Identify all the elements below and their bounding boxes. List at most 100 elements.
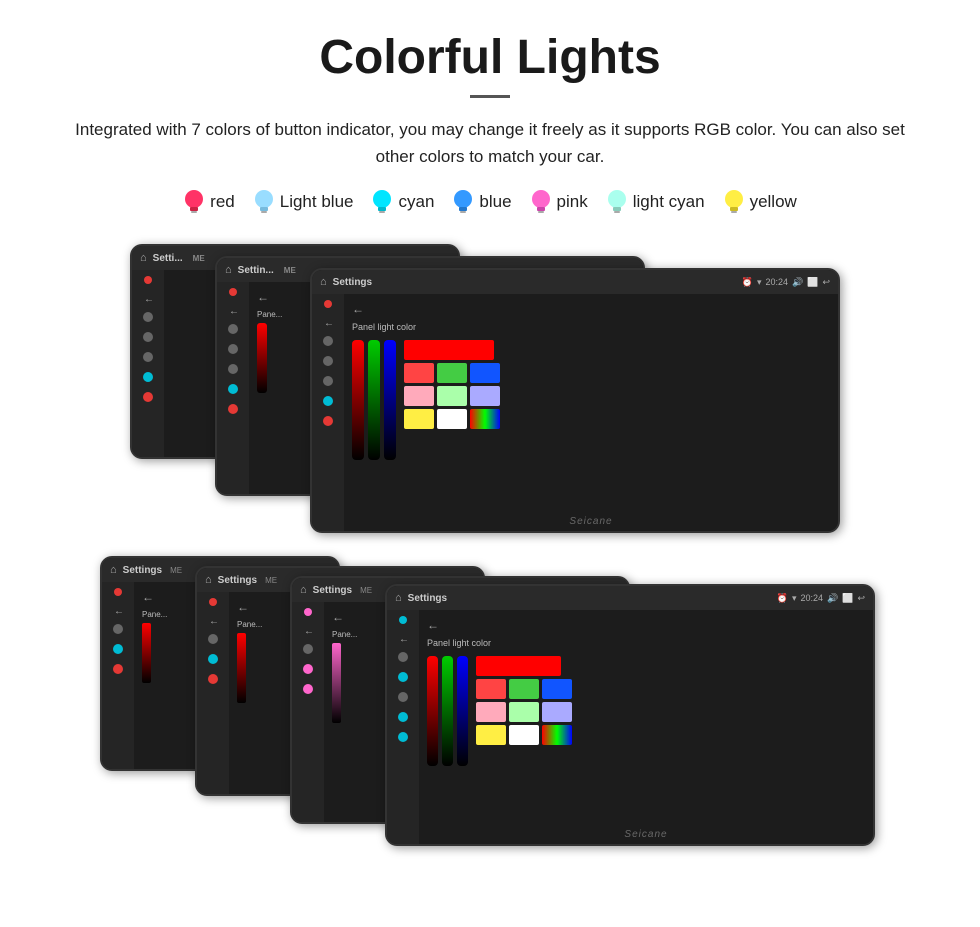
sib1-1 — [113, 624, 123, 634]
screen-group-bottom: ⌂ Settings ME ← ← Pane... — [100, 556, 880, 846]
color-label-pink: pink — [557, 192, 588, 212]
color-item-cyan: cyan — [371, 188, 434, 216]
cgbf-b2 — [542, 702, 572, 722]
sidebar-icon-main-2 — [323, 356, 333, 366]
color-label-cyan: cyan — [398, 192, 434, 212]
cg-g2 — [437, 386, 467, 406]
color-label-lightcyan: light cyan — [633, 192, 705, 212]
cg-b1 — [470, 363, 500, 383]
color-grid-bf — [476, 656, 572, 745]
cgbf-w1 — [509, 725, 539, 745]
cg-y1 — [404, 409, 434, 429]
color-grid-row-2 — [404, 363, 500, 383]
wifi-icon-bf: ▾ — [792, 593, 797, 604]
sidebar-icon-mid-2 — [228, 344, 238, 354]
time-label: 20:24 — [765, 277, 788, 287]
settings-label-bb2: Settings — [218, 575, 257, 586]
cgbf-g1 — [509, 679, 539, 699]
sidebar-arrow-bb3: ← — [304, 626, 312, 634]
sidebar-icon-mid-3 — [228, 364, 238, 374]
sib1-2 — [113, 644, 123, 654]
sidebar-arrow: ← — [144, 294, 152, 302]
alarm-icon: ⏰ — [742, 277, 753, 288]
cg-rainbow — [470, 409, 500, 429]
sibf-4 — [398, 712, 408, 722]
sidebar-icon-mid-1 — [228, 324, 238, 334]
panel-section-main: Panel light color — [352, 322, 830, 523]
home-icon-bb1: ⌂ — [110, 564, 117, 576]
cgbf-r2 — [476, 702, 506, 722]
topbar-icons-main: ⏰ ▾ 20:24 🔊 ⬜ ↩ — [742, 277, 830, 288]
color-sliders-main — [352, 340, 396, 460]
lightblue-bulb-icon — [253, 188, 275, 216]
red-slider-bf — [427, 656, 438, 766]
green-slider-bf — [442, 656, 453, 766]
sib2-1 — [208, 634, 218, 644]
settings-label-mid: Settin... — [238, 265, 274, 276]
cg-r1 — [404, 363, 434, 383]
sidebar-icon-main-3 — [323, 376, 333, 386]
screen-icon: ⬜ — [807, 277, 818, 288]
nav-arrow-main: ← — [352, 302, 830, 316]
sibf-2 — [398, 672, 408, 682]
sidebar-arrow-main: ← — [324, 318, 332, 326]
cg-r2 — [404, 386, 434, 406]
panel-section-bf: Panel light color — [427, 638, 865, 836]
alarm-icon-bf: ⏰ — [777, 593, 788, 604]
yellow-bulb-icon — [723, 188, 745, 216]
sidebar-dot-bb3 — [304, 608, 312, 616]
sidebar-icon-mid-4 — [228, 384, 238, 394]
color-grid-main — [404, 340, 500, 429]
lightcyan-bulb-icon — [606, 188, 628, 216]
panel-body-main — [352, 340, 830, 460]
color-label-blue: blue — [479, 192, 511, 212]
color-grid-row-1 — [404, 340, 500, 360]
cg-w1 — [437, 409, 467, 429]
sib3-1 — [303, 644, 313, 654]
me-label-mid: ME — [284, 266, 296, 275]
color-label-yellow: yellow — [750, 192, 797, 212]
me-label-bb2: ME — [265, 576, 277, 585]
me-label-bb1: ME — [170, 566, 182, 575]
settings-label-back: Setti... — [153, 253, 183, 264]
color-item-lightblue: Light blue — [253, 188, 354, 216]
screens-section: ⌂ Setti... ME ← — [0, 244, 980, 876]
home-icon-bf: ⌂ — [395, 592, 402, 604]
sib3-3 — [303, 684, 313, 694]
color-label-red: red — [210, 192, 235, 212]
color-sliders-bf — [427, 656, 468, 766]
color-grid-row-4 — [404, 409, 500, 429]
blue-bulb-icon — [452, 188, 474, 216]
color-item-lightcyan: light cyan — [606, 188, 705, 216]
cgbf-row-1 — [476, 656, 572, 676]
home-icon-back: ⌂ — [140, 252, 147, 264]
sib2-3 — [208, 674, 218, 684]
sidebar-icon-2 — [143, 332, 153, 342]
bot-front-content: ← Panel light color — [419, 610, 873, 844]
sib3-2 — [303, 664, 313, 674]
sidebar-dot-red-mid — [229, 288, 237, 296]
topbar-icons-bf: ⏰ ▾ 20:24 🔊 ⬜ ↩ — [777, 593, 865, 604]
cgbf-g2 — [509, 702, 539, 722]
cg-b2 — [470, 386, 500, 406]
cyan-bulb-icon — [371, 188, 393, 216]
back-icon-bf: ↩ — [857, 593, 865, 604]
cgbf-rainbow — [542, 725, 572, 745]
color-label-lightblue: Light blue — [280, 192, 354, 212]
sidebar-icon-1 — [143, 312, 153, 322]
color-legend: red Light blue cyan blue — [0, 188, 980, 216]
pink-slider-bb3 — [332, 643, 341, 723]
color-item-blue: blue — [452, 188, 511, 216]
sidebar-icon-main-4 — [323, 396, 333, 406]
screen-bot-front: ⌂ Settings ⏰ ▾ 20:24 🔊 ⬜ ↩ ← — [385, 584, 875, 846]
sidebar-dot-red — [144, 276, 152, 284]
sidebar-icon-5 — [143, 392, 153, 402]
panel-label-main: Panel light color — [352, 322, 830, 332]
screen-icon-bf: ⬜ — [842, 593, 853, 604]
speaker-icon: 🔊 — [792, 277, 803, 288]
cgbf-b1 — [542, 679, 572, 699]
sidebar-dot-bf — [399, 616, 407, 624]
me-label-back: ME — [193, 254, 205, 263]
home-icon-bb2: ⌂ — [205, 574, 212, 586]
sibf-5 — [398, 732, 408, 742]
